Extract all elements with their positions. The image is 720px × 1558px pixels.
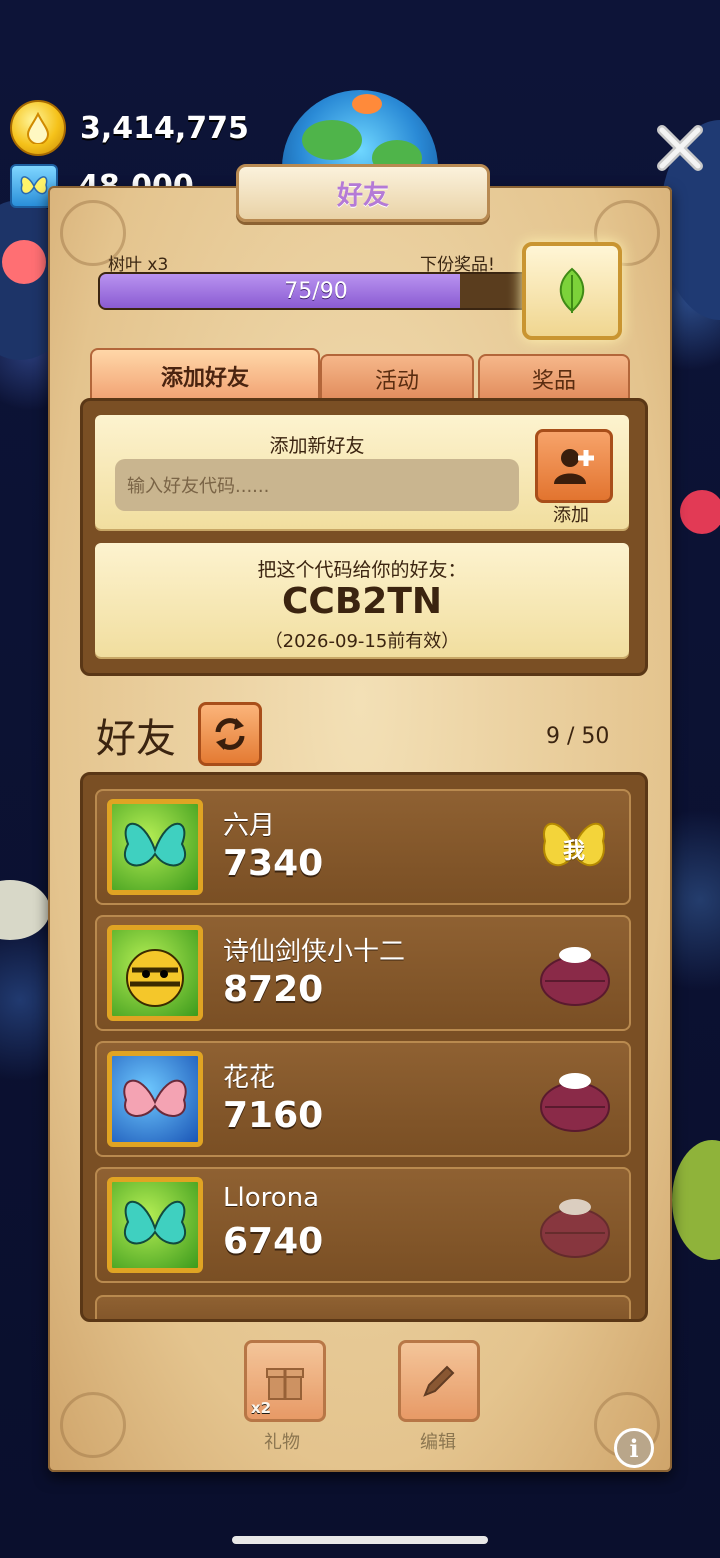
friend-name: Llorona [223, 1183, 320, 1213]
frog-creature [672, 1140, 720, 1260]
friends-heading: 好友 [96, 716, 176, 762]
flower-right [680, 490, 720, 534]
friend-name: 诗仙剑侠小十二 [223, 937, 406, 967]
gift-label: 礼物 [264, 1432, 300, 1453]
my-friend-code: CCB2TN [281, 581, 442, 622]
panel-title: 好友 [336, 180, 389, 211]
tab-rewards[interactable]: 奖品 [478, 354, 630, 402]
next-reward-box[interactable] [522, 242, 622, 340]
friend-code-input[interactable]: 输入好友代码...... [115, 459, 519, 511]
avatar [107, 1177, 203, 1273]
home-indicator[interactable] [232, 1536, 488, 1544]
friend-score: 7160 [223, 1095, 324, 1136]
friend-name: 花花 [223, 1063, 276, 1093]
friend-row[interactable]: Llorona 6740 [95, 1167, 631, 1283]
friend-score: 6740 [223, 1221, 324, 1262]
panel-title-ribbon: 好友 [236, 164, 490, 222]
friend-row-partial[interactable] [95, 1295, 631, 1319]
coin-value: 3,414,775 [80, 110, 249, 146]
share-code-title: 把这个代码给你的好友： [257, 559, 467, 581]
tab-add-friend[interactable]: 添加好友 [90, 348, 320, 402]
add-friend-card: 添加新好友 输入好友代码...... 添加 [95, 415, 629, 529]
moth-creature [0, 880, 50, 940]
flower-left [2, 240, 46, 284]
add-friend-section: 添加新好友 输入好友代码...... 添加 把这个代码给你的好友： CCB2TN… [80, 398, 648, 676]
pencil-icon [423, 1365, 455, 1397]
reward-progress-bar: 75/90 [98, 272, 534, 310]
progress-text: 75/90 [284, 278, 348, 304]
close-icon [657, 125, 703, 171]
gift-bag-icon[interactable] [539, 1189, 611, 1261]
friend-score: 7340 [223, 843, 324, 884]
butterfly-avatar-icon [124, 822, 186, 867]
add-user-icon [554, 449, 594, 484]
ornament-bottom-left [60, 1392, 126, 1458]
friends-list: 六月 7340 我 诗仙剑侠小十二 8720 花花 7160 Llorona 6… [80, 772, 648, 1322]
avatar [107, 925, 203, 1021]
add-friend-button[interactable] [535, 429, 613, 503]
edit-label: 编辑 [420, 1432, 456, 1453]
gift-button[interactable]: x2 [244, 1340, 326, 1422]
close-button[interactable] [652, 120, 708, 176]
friend-row[interactable]: 花花 7160 [95, 1041, 631, 1157]
friend-score: 8720 [223, 969, 324, 1010]
code-expiry: （2026-09-15前有效） [264, 631, 460, 652]
tab-events[interactable]: 活动 [320, 354, 474, 402]
friend-name: 六月 [223, 811, 276, 841]
info-button[interactable]: i [614, 1428, 654, 1468]
friend-count: 9 / 50 [546, 724, 610, 749]
moth-avatar-icon [123, 1079, 187, 1117]
add-button-label: 添加 [553, 505, 589, 526]
refresh-button[interactable] [198, 702, 262, 766]
drop-coin-icon [10, 100, 66, 156]
refresh-icon [215, 718, 245, 750]
info-icon: i [629, 1433, 639, 1463]
friend-row[interactable]: 诗仙剑侠小十二 8720 [95, 915, 631, 1031]
me-badge: 我 [539, 815, 609, 879]
me-badge-text: 我 [562, 839, 585, 864]
avatar [107, 1051, 203, 1147]
gift-box-icon [266, 1368, 304, 1400]
butterfly-avatar-icon [124, 1200, 186, 1245]
avatar [107, 799, 203, 895]
add-friend-title: 添加新好友 [269, 435, 365, 457]
bee-avatar-icon [126, 949, 184, 1007]
gift-bag-icon[interactable] [539, 1063, 611, 1135]
gift-count: x2 [251, 1399, 272, 1417]
coin-counter: 3,414,775 [10, 100, 249, 156]
gift-bag-icon[interactable] [539, 937, 611, 1009]
edit-button[interactable] [398, 1340, 480, 1422]
leaf-icon [559, 267, 585, 313]
friend-row[interactable]: 六月 7340 我 [95, 789, 631, 905]
share-code-card: 把这个代码给你的好友： CCB2TN （2026-09-15前有效） [95, 543, 629, 657]
